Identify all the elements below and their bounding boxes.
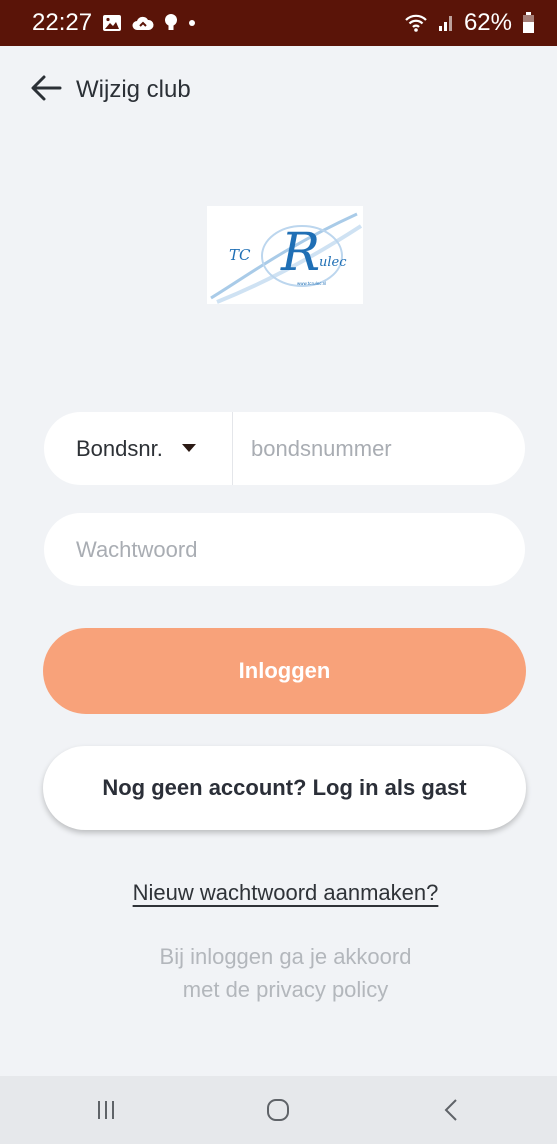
svg-text:TC: TC <box>229 246 251 264</box>
member-number-input[interactable] <box>233 412 523 485</box>
password-field <box>44 513 525 586</box>
arrow-left-icon <box>30 74 62 107</box>
status-bar: 22:27 62% <box>0 0 557 46</box>
home-icon[interactable] <box>248 1085 308 1135</box>
password-input[interactable] <box>44 513 525 586</box>
recent-apps-icon[interactable] <box>76 1085 136 1135</box>
new-password-link[interactable]: Nieuw wachtwoord aanmaken? <box>0 880 557 906</box>
svg-text:ulec: ulec <box>319 255 347 270</box>
terms-line-1: Bij inloggen ga je akkoord <box>159 944 412 969</box>
status-bar-right: 62% <box>404 9 535 37</box>
header-title: Wijzig club <box>76 76 191 103</box>
header: Wijzig club <box>0 62 557 118</box>
battery-percentage: 62% <box>463 9 512 36</box>
id-type-label: Bondsnr. <box>76 435 163 461</box>
status-time: 22:27 <box>32 9 93 36</box>
svg-text:www.tcrulec.nl: www.tcrulec.nl <box>297 281 326 286</box>
battery-icon <box>522 12 535 34</box>
member-id-field: Bondsnr. <box>44 412 525 485</box>
wifi-icon <box>404 13 428 33</box>
id-type-dropdown[interactable]: Bondsnr. <box>44 412 233 485</box>
change-club-back-button[interactable]: Wijzig club <box>30 74 191 107</box>
image-icon <box>102 14 122 32</box>
signal-icon <box>438 14 454 32</box>
system-nav-bar <box>0 1076 557 1144</box>
status-bar-left: 22:27 <box>32 9 196 37</box>
guest-login-button[interactable]: Nog geen account? Log in als gast <box>43 746 526 830</box>
terms-line-2[interactable]: met de privacy policy <box>0 973 557 1006</box>
cloud-icon <box>132 15 154 31</box>
club-logo: TC R ulec www.tcrulec.nl <box>207 206 363 304</box>
back-icon[interactable] <box>421 1085 481 1135</box>
svg-text:R: R <box>280 223 320 283</box>
dot-icon <box>188 19 196 27</box>
login-button[interactable]: Inloggen <box>43 628 526 714</box>
privacy-terms-text: Bij inloggen ga je akkoord met de privac… <box>0 940 557 1006</box>
bulb-icon <box>164 13 178 33</box>
caret-down-icon <box>181 440 197 458</box>
